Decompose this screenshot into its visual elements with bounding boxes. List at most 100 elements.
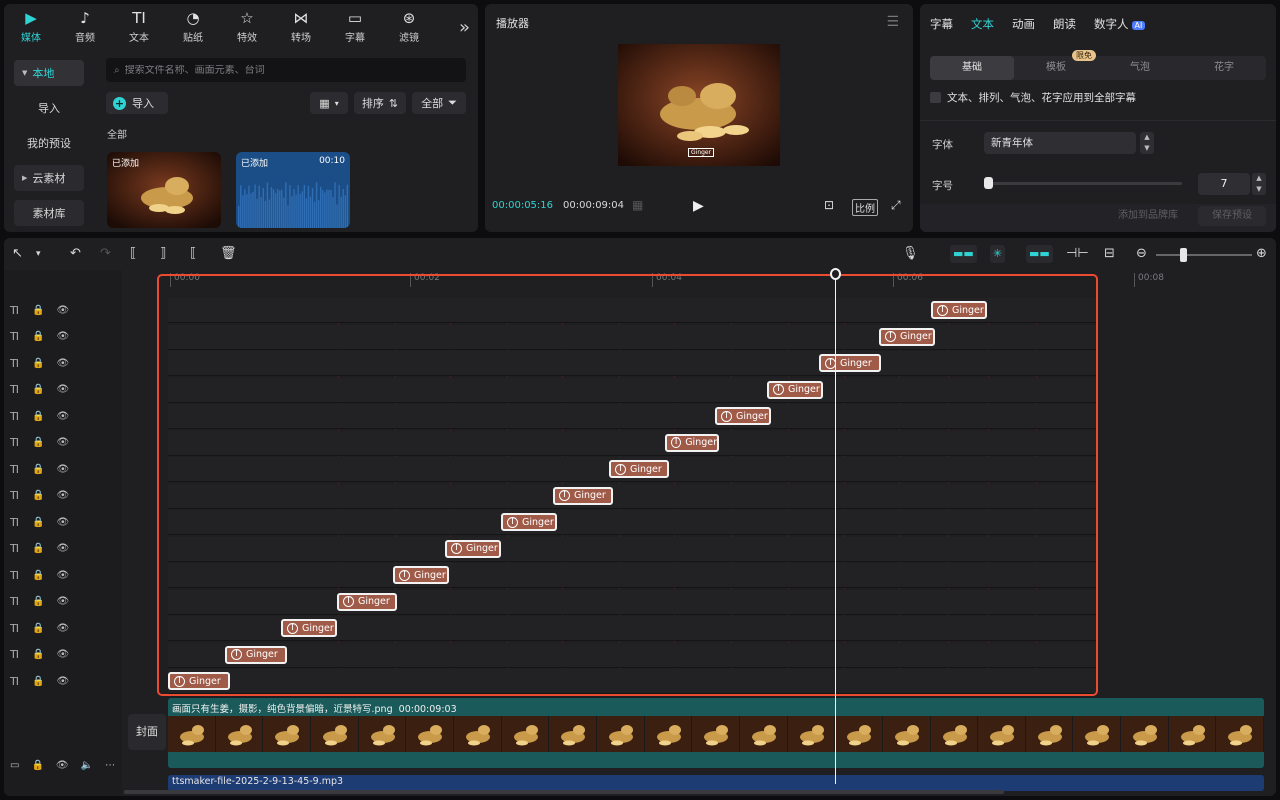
- import-button[interactable]: + 导入: [106, 92, 168, 114]
- text-clip[interactable]: T Ginger: [445, 539, 501, 558]
- tab-sticker[interactable]: ◔ 贴纸: [166, 4, 220, 50]
- sidebar-item-import[interactable]: 导入: [14, 95, 84, 121]
- size-stepper[interactable]: ▲ ▼: [1252, 173, 1266, 195]
- text-clip[interactable]: T Ginger: [553, 486, 613, 505]
- media-item-audio[interactable]: 已添加 00:10: [236, 152, 350, 228]
- text-track-icon[interactable]: TI: [10, 648, 20, 661]
- text-clip[interactable]: T Ginger: [665, 433, 719, 452]
- tab-subtitle[interactable]: ▭ 字幕: [328, 4, 382, 50]
- eye-icon[interactable]: 👁: [56, 570, 69, 581]
- sort-button[interactable]: 排序 ⇅: [354, 92, 406, 114]
- eye-icon[interactable]: 👁: [56, 464, 69, 475]
- delete-icon[interactable]: 🗑: [220, 246, 237, 262]
- sidebar-item-cloud[interactable]: ▶ 云素材: [14, 165, 84, 191]
- playhead-handle[interactable]: [830, 268, 841, 280]
- filter-button[interactable]: 全部 ⏷: [412, 92, 466, 114]
- eye-icon[interactable]: 👁: [56, 490, 69, 501]
- eye-icon[interactable]: 👁: [56, 676, 69, 687]
- tab-filter[interactable]: ⊛ 滤镜: [382, 4, 436, 50]
- text-clip[interactable]: T Ginger: [931, 301, 987, 319]
- subtab-basic[interactable]: 基础: [930, 56, 1014, 80]
- magnet-snap-icon[interactable]: ▬▬: [950, 245, 977, 263]
- eye-icon[interactable]: 👁: [56, 358, 69, 369]
- tab-text[interactable]: TI 文本: [112, 4, 166, 50]
- more-tabs-icon[interactable]: »: [459, 17, 470, 38]
- lock-icon[interactable]: 🔒: [32, 570, 44, 581]
- video-track-clip[interactable]: 画面只有生姜，摄影，纯色背景偏暗，近景特写.png 00:00:09:03: [168, 698, 1265, 768]
- text-track-icon[interactable]: TI: [10, 304, 20, 317]
- size-slider-track[interactable]: [986, 182, 1182, 185]
- lock-icon[interactable]: 🔒: [32, 464, 44, 475]
- lock-icon[interactable]: 🔒: [32, 623, 44, 634]
- link-icon[interactable]: ✳: [990, 245, 1006, 263]
- add-to-brand-button[interactable]: 添加到品牌库: [1118, 206, 1178, 226]
- split-screen-icon[interactable]: ⊣⊢: [1066, 246, 1089, 262]
- text-track-icon[interactable]: TI: [10, 463, 20, 476]
- video-track-icon[interactable]: ▭: [10, 760, 19, 771]
- eye-icon[interactable]: 👁: [56, 305, 69, 316]
- more-options-icon[interactable]: ⋯: [105, 760, 115, 771]
- sidebar-item-local[interactable]: ▼ 本地: [14, 60, 84, 86]
- font-stepper[interactable]: ▲ ▼: [1140, 132, 1154, 154]
- text-clip[interactable]: T Ginger: [819, 354, 881, 372]
- text-track-icon[interactable]: TI: [10, 410, 20, 423]
- audio-track-clip[interactable]: ttsmaker-file-2025-2-9-13-45-9.mp3: [168, 775, 1264, 791]
- zoom-slider-track[interactable]: [1156, 254, 1252, 256]
- tab-digital-human[interactable]: 数字人 AI: [1094, 16, 1146, 32]
- lock-icon[interactable]: 🔒: [32, 358, 44, 369]
- text-clip[interactable]: T Ginger: [337, 592, 397, 611]
- eye-icon[interactable]: 👁: [56, 517, 69, 528]
- eye-icon[interactable]: 👁: [56, 649, 69, 660]
- trim-left-icon[interactable]: ⟧: [160, 246, 166, 262]
- sidebar-item-presets[interactable]: 我的预设: [14, 130, 84, 156]
- eye-icon[interactable]: 👁: [56, 331, 69, 342]
- text-track-icon[interactable]: TI: [10, 489, 20, 502]
- text-clip[interactable]: T Ginger: [225, 645, 287, 664]
- lock-icon[interactable]: 🔒: [32, 649, 44, 660]
- save-preset-button[interactable]: 保存预设: [1198, 206, 1266, 226]
- lock-icon[interactable]: 🔒: [32, 490, 44, 501]
- menu-icon[interactable]: ☰: [886, 14, 899, 30]
- text-track-icon[interactable]: TI: [10, 383, 20, 396]
- lock-icon[interactable]: 🔒: [32, 305, 44, 316]
- tab-animation[interactable]: 动画: [1012, 16, 1035, 32]
- media-item-ginger-image[interactable]: 已添加: [107, 152, 221, 228]
- fullscreen-capture-icon[interactable]: ⊡: [824, 198, 834, 212]
- cover-button[interactable]: 封面: [128, 714, 166, 750]
- lock-icon[interactable]: 🔒: [32, 331, 44, 342]
- text-clip[interactable]: T Ginger: [168, 672, 230, 690]
- expand-icon[interactable]: ⤢: [891, 198, 901, 213]
- apply-all-checkbox[interactable]: [930, 92, 941, 103]
- text-clip[interactable]: T Ginger: [879, 327, 935, 346]
- text-clip[interactable]: T Ginger: [281, 619, 337, 637]
- lock-icon[interactable]: 🔒: [32, 596, 44, 607]
- horizontal-scrollbar[interactable]: [124, 790, 1004, 794]
- search-input[interactable]: [124, 64, 445, 76]
- text-clip[interactable]: T Ginger: [393, 566, 449, 584]
- sidebar-item-library[interactable]: 素材库: [14, 200, 84, 226]
- tab-read-aloud[interactable]: 朗读: [1053, 16, 1076, 32]
- lock-icon[interactable]: 🔒: [32, 384, 44, 395]
- subtab-fancy-text[interactable]: 花字: [1182, 56, 1266, 80]
- zoom-slider-handle[interactable]: [1180, 248, 1187, 262]
- text-track-icon[interactable]: TI: [10, 436, 20, 449]
- tab-media[interactable]: ▶︎ 媒体: [4, 4, 58, 50]
- lock-icon[interactable]: 🔒: [32, 543, 44, 554]
- speaker-icon[interactable]: 🔈: [81, 760, 93, 771]
- size-slider-handle[interactable]: [984, 177, 993, 189]
- tab-text-style[interactable]: 文本: [971, 16, 994, 32]
- trim-right-icon[interactable]: ⟦: [190, 246, 196, 262]
- text-track-icon[interactable]: TI: [10, 357, 20, 370]
- text-track-icon[interactable]: TI: [10, 569, 20, 582]
- text-clip[interactable]: T Ginger: [767, 380, 823, 399]
- preview-frame[interactable]: Ginger: [618, 44, 780, 166]
- text-clip[interactable]: T Ginger: [715, 407, 771, 425]
- lock-icon[interactable]: 🔒: [32, 676, 44, 687]
- view-mode-button[interactable]: ▦ ▾: [310, 92, 348, 114]
- caption-overlay[interactable]: Ginger: [688, 148, 715, 157]
- search-bar[interactable]: ⌕: [106, 58, 466, 82]
- eye-icon[interactable]: 👁: [56, 596, 69, 607]
- lock-icon[interactable]: 🔒: [31, 760, 43, 771]
- eye-icon[interactable]: 👁: [56, 760, 69, 771]
- time-ruler[interactable]: 00:00 00:02 00:04 00:06 00:08: [168, 270, 1268, 290]
